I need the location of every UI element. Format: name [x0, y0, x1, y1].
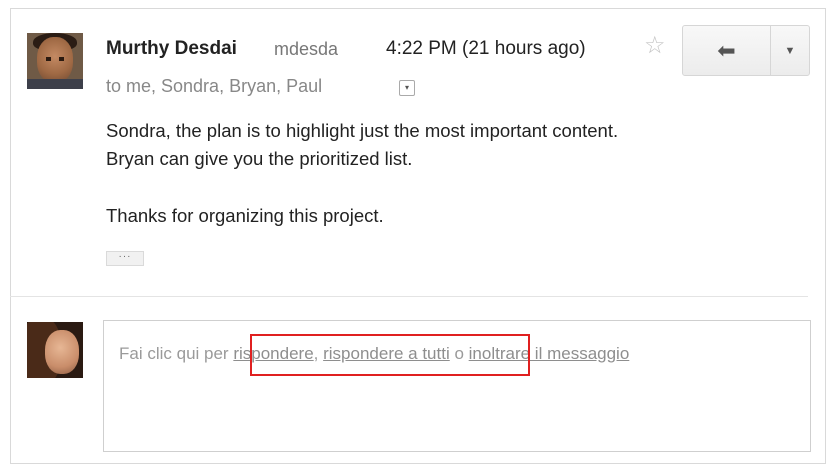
message-body-line: Sondra, the plan is to highlight just th… — [106, 120, 619, 141]
chevron-down-icon: ▼ — [784, 44, 796, 57]
reply-button[interactable]: ⬅ — [683, 26, 771, 75]
star-icon[interactable]: ☆ — [644, 34, 666, 58]
reply-box[interactable] — [103, 320, 811, 452]
reply-prompt-separator: , — [313, 344, 324, 363]
my-avatar — [27, 322, 83, 378]
recipients-line: to me, Sondra, Bryan, Paul — [106, 76, 323, 96]
message-body-line: Thanks for organizing this project. — [106, 205, 384, 226]
sender-name[interactable]: Murthy Desdai — [106, 38, 237, 60]
reply-button-group: ⬅ ▼ — [682, 25, 810, 76]
reply-all-link[interactable]: rispondere a tutti — [323, 344, 450, 363]
sender-avatar[interactable] — [27, 33, 83, 89]
message-timestamp: 4:22 PM (21 hours ago) — [386, 38, 586, 59]
reply-prompt: Fai clic qui per rispondere, rispondere … — [119, 344, 629, 364]
reply-link[interactable]: rispondere — [233, 344, 313, 363]
more-options-button[interactable]: ▼ — [771, 26, 809, 75]
forward-link[interactable]: inoltrare il messaggio — [469, 344, 630, 363]
divider — [10, 296, 808, 297]
reply-icon: ⬅ — [717, 37, 736, 63]
reply-prompt-separator: o — [449, 344, 469, 363]
message-body-line: Bryan can give you the prioritized list. — [106, 148, 413, 169]
show-trimmed-content-button[interactable]: ··· — [106, 251, 144, 266]
show-details-icon[interactable]: ▾ — [399, 80, 415, 96]
sender-email: mdesda — [274, 39, 339, 59]
reply-prompt-prefix: Fai clic qui per — [119, 344, 234, 363]
